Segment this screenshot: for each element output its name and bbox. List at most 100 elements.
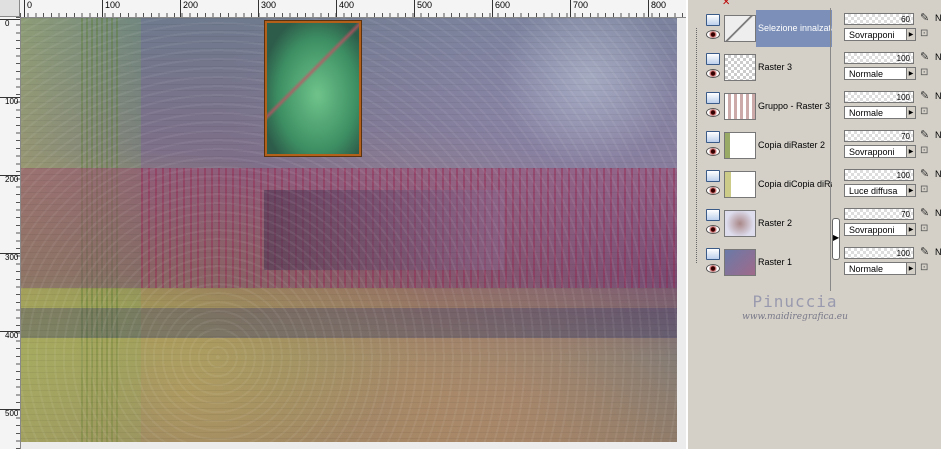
layer-row[interactable]: Copia diRaster 2 bbox=[702, 127, 830, 164]
lock-icon[interactable]: ⊡ bbox=[920, 67, 928, 78]
layer-name: Raster 1 bbox=[758, 257, 793, 267]
lock-icon[interactable]: ⊡ bbox=[920, 145, 928, 156]
props-clipped-letter: N bbox=[935, 208, 941, 218]
layer-row[interactable]: Copia diCopia diRaster 2 bbox=[702, 166, 832, 203]
dropdown-arrow-icon[interactable]: ▶ bbox=[906, 223, 916, 236]
dropdown-arrow-icon[interactable]: ▶ bbox=[906, 67, 916, 80]
layer-type-icon bbox=[706, 209, 720, 221]
ruler-v-label: 0 bbox=[0, 19, 20, 28]
layer-type-icon bbox=[706, 92, 720, 104]
opacity-value: 60 bbox=[901, 15, 910, 24]
props-clipped-letter: N bbox=[935, 52, 941, 62]
layer-thumbnail bbox=[724, 93, 756, 120]
pencil-icon[interactable]: ✎ bbox=[920, 167, 929, 180]
opacity-value: 100 bbox=[896, 249, 910, 258]
watermark-name: Pinuccia bbox=[752, 292, 838, 311]
ruler-h-label: 700 bbox=[570, 0, 588, 17]
horizontal-ruler: 0 100 200 300 400 500 600 700 800 bbox=[20, 0, 686, 18]
layer-thumbnail bbox=[724, 132, 756, 159]
eye-icon[interactable] bbox=[706, 108, 720, 117]
eye-icon[interactable] bbox=[706, 264, 720, 273]
lock-icon[interactable]: ⊡ bbox=[920, 184, 928, 195]
layer-name: Copia diRaster 2 bbox=[758, 140, 826, 150]
ruler-v-label: 500 bbox=[0, 409, 20, 418]
opacity-value: 100 bbox=[896, 54, 910, 63]
ruler-v-label: 300 bbox=[0, 253, 20, 262]
layer-properties: 60 Sovrapponi ▶ ✎ ⊡ N bbox=[838, 11, 941, 48]
opacity-value: 100 bbox=[896, 171, 910, 180]
layers-panel: ✕ Selezione innalzata Raster 3 Gruppo - Ra… bbox=[686, 0, 941, 449]
panel-toolbar-strip: ✕ bbox=[688, 0, 941, 8]
eye-icon[interactable] bbox=[706, 30, 720, 39]
delete-layer-icon[interactable]: ✕ bbox=[722, 0, 730, 8]
eye-icon[interactable] bbox=[706, 69, 720, 78]
eye-icon[interactable] bbox=[706, 186, 720, 195]
layer-properties: 100 Luce diffusa ▶ ✎ ⊡ N bbox=[838, 167, 941, 204]
props-clipped-letter: N bbox=[935, 169, 941, 179]
props-clipped-letter: N bbox=[935, 91, 941, 101]
eye-icon[interactable] bbox=[706, 147, 720, 156]
opacity-field[interactable]: 70 bbox=[844, 208, 914, 220]
lock-icon[interactable]: ⊡ bbox=[920, 223, 928, 234]
props-clipped-letter: N bbox=[935, 130, 941, 140]
dropdown-arrow-icon[interactable]: ▶ bbox=[906, 106, 916, 119]
props-clipped-letter: N bbox=[935, 247, 941, 257]
pencil-icon[interactable]: ✎ bbox=[920, 206, 929, 219]
vertical-ruler: 0 100 200 300 400 500 bbox=[0, 17, 21, 449]
pencil-icon[interactable]: ✎ bbox=[920, 89, 929, 102]
watermark: Pinuccia www.maidiregrafica.eu bbox=[735, 292, 855, 322]
opacity-field[interactable]: 100 bbox=[844, 247, 914, 259]
dropdown-arrow-icon[interactable]: ▶ bbox=[906, 28, 916, 41]
ruler-h-label: 500 bbox=[414, 0, 432, 17]
layer-name: Gruppo - Raster 3 bbox=[758, 101, 831, 111]
pencil-icon[interactable]: ✎ bbox=[920, 50, 929, 63]
opacity-field[interactable]: 70 bbox=[844, 130, 914, 142]
layer-properties: 100 Normale ▶ ✎ ⊡ N bbox=[838, 89, 941, 126]
layer-row[interactable]: Raster 1 bbox=[702, 244, 830, 281]
layer-type-icon bbox=[706, 248, 720, 260]
opacity-value: 100 bbox=[896, 93, 910, 102]
ruler-corner bbox=[0, 0, 20, 17]
ruler-v-label: 100 bbox=[0, 97, 20, 106]
layer-row[interactable]: Raster 3 bbox=[702, 49, 830, 86]
pencil-icon[interactable]: ✎ bbox=[920, 245, 929, 258]
opacity-field[interactable]: 100 bbox=[844, 52, 914, 64]
opacity-field[interactable]: 100 bbox=[844, 91, 914, 103]
ruler-h-label: 400 bbox=[336, 0, 354, 17]
dropdown-arrow-icon[interactable]: ▶ bbox=[906, 184, 916, 197]
eye-icon[interactable] bbox=[706, 225, 720, 234]
lock-icon[interactable]: ⊡ bbox=[920, 28, 928, 39]
pencil-icon[interactable]: ✎ bbox=[920, 128, 929, 141]
lock-icon[interactable]: ⊡ bbox=[920, 106, 928, 117]
layer-thumbnail bbox=[724, 249, 756, 276]
layer-thumbnail bbox=[724, 171, 756, 198]
ruler-v-label: 200 bbox=[0, 175, 20, 184]
pencil-icon[interactable]: ✎ bbox=[920, 11, 929, 24]
canvas-horizontal-scrollbar[interactable] bbox=[21, 442, 677, 449]
opacity-field[interactable]: 60 bbox=[844, 13, 914, 25]
ruler-h-label: 100 bbox=[102, 0, 120, 17]
layer-properties: 70 Sovrapponi ▶ ✎ ⊡ N bbox=[838, 206, 941, 243]
layer-properties: 100 Normale ▶ ✎ ⊡ N bbox=[838, 245, 941, 282]
canvas-vertical-scrollbar[interactable] bbox=[677, 18, 686, 449]
ruler-h-label: 600 bbox=[492, 0, 510, 17]
canvas-area: 0 100 200 300 400 500 600 700 800 0 100 200 300 400 5… bbox=[0, 0, 686, 449]
dropdown-arrow-icon[interactable]: ▶ bbox=[906, 262, 916, 275]
opacity-field[interactable]: 100 bbox=[844, 169, 914, 181]
layer-type-icon bbox=[706, 14, 720, 26]
layer-type-icon bbox=[706, 170, 720, 182]
layer-type-icon bbox=[706, 53, 720, 65]
layer-thumbnail bbox=[724, 54, 756, 81]
ruler-h-label: 0 bbox=[24, 0, 32, 17]
layer-row[interactable]: Raster 2 bbox=[702, 205, 830, 242]
layer-properties: 100 Normale ▶ ✎ ⊡ N bbox=[838, 50, 941, 87]
lock-icon[interactable]: ⊡ bbox=[920, 262, 928, 273]
opacity-value: 70 bbox=[901, 210, 910, 219]
watermark-url: www.maidiregrafica.eu bbox=[742, 312, 848, 322]
dropdown-arrow-icon[interactable]: ▶ bbox=[906, 145, 916, 158]
layer-name: Selezione innalzata bbox=[756, 10, 832, 47]
image-canvas[interactable] bbox=[21, 18, 677, 442]
layer-row[interactable]: Selezione innalzata bbox=[702, 10, 832, 47]
ruler-h-label: 300 bbox=[258, 0, 276, 17]
layer-row[interactable]: Gruppo - Raster 3 bbox=[702, 88, 830, 125]
